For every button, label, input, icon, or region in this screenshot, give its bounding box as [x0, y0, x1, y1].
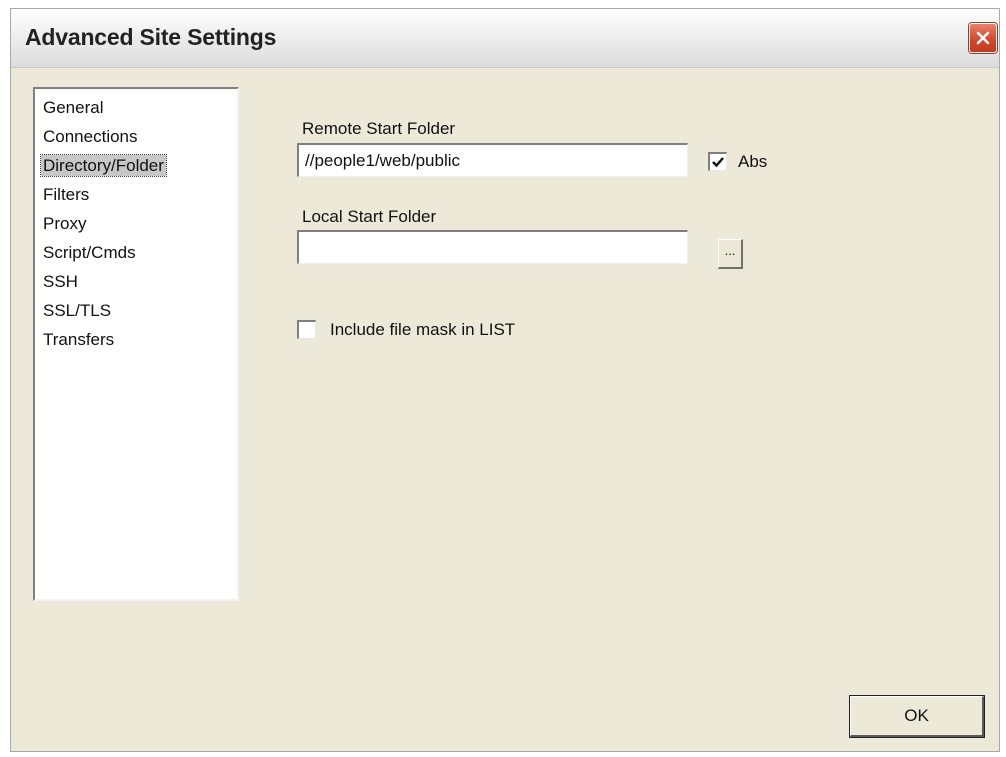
sidebar-item-label: SSL/TLS: [43, 301, 112, 320]
include-file-mask-label: Include file mask in LIST: [330, 320, 516, 339]
sidebar-item-script-cmds[interactable]: Script/Cmds: [35, 238, 237, 267]
sidebar-item-label: Directory/Folder: [40, 154, 167, 177]
sidebar-item-label: Filters: [43, 185, 90, 204]
sidebar-item-label: Script/Cmds: [43, 243, 136, 262]
remote-start-folder-input[interactable]: [297, 143, 688, 177]
browse-button[interactable]: ...: [718, 239, 743, 269]
sidebar-item-filters[interactable]: Filters: [35, 180, 237, 209]
local-start-folder-label: Local Start Folder: [302, 207, 437, 226]
local-start-folder-input[interactable]: [297, 230, 688, 264]
title-bar[interactable]: Advanced Site Settings: [11, 9, 999, 68]
dialog-title: Advanced Site Settings: [25, 24, 277, 50]
sidebar-item-label: Proxy: [43, 214, 87, 233]
sidebar-item-general[interactable]: General: [35, 93, 237, 122]
sidebar-item-proxy[interactable]: Proxy: [35, 209, 237, 238]
advanced-site-settings-dialog: Advanced Site Settings General Connectio…: [10, 8, 1000, 752]
remote-start-folder-label: Remote Start Folder: [302, 119, 456, 138]
sidebar-item-label: Transfers: [43, 330, 115, 349]
ok-button[interactable]: OK: [850, 696, 984, 737]
settings-category-list[interactable]: General Connections Directory/Folder Fil…: [33, 87, 239, 601]
sidebar-item-label: SSH: [43, 272, 78, 291]
sidebar-item-transfers[interactable]: Transfers: [35, 325, 237, 354]
abs-label: Abs: [738, 152, 768, 171]
sidebar-item-connections[interactable]: Connections: [35, 122, 237, 151]
close-button[interactable]: [969, 23, 997, 53]
sidebar-item-directory-folder[interactable]: Directory/Folder: [35, 151, 237, 180]
sidebar-item-label: Connections: [43, 127, 138, 146]
close-icon: [976, 31, 990, 45]
sidebar-item-ssh[interactable]: SSH: [35, 267, 237, 296]
abs-checkbox[interactable]: [708, 152, 727, 171]
sidebar-item-label: General: [43, 98, 104, 117]
sidebar-item-ssl-tls[interactable]: SSL/TLS: [35, 296, 237, 325]
checkmark-icon: [712, 157, 724, 168]
include-file-mask-checkbox[interactable]: [297, 320, 316, 339]
